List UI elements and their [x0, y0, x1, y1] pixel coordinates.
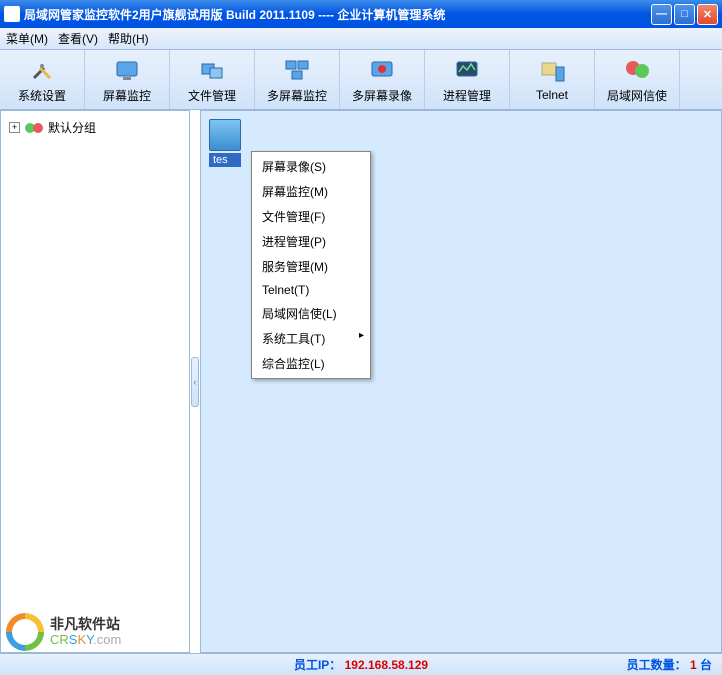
splitter-handle[interactable]: ‹	[191, 357, 199, 407]
count-value: 1	[690, 658, 697, 672]
tool-messenger[interactable]: 局域网信使	[595, 50, 680, 109]
group-icon	[24, 120, 44, 136]
tool-label: 进程管理	[443, 87, 491, 104]
toolbar: 系统设置 屏幕监控 文件管理 多屏幕监控 多屏幕录像 进程管理 Telnet	[0, 50, 722, 110]
titlebar-text: 局域网管家监控软件2用户旗舰试用版 Build 2011.1109 ---- 企…	[24, 6, 651, 23]
minimize-button[interactable]: ―	[651, 4, 672, 25]
ip-value: 192.168.58.129	[345, 658, 428, 672]
count-label: 员工数量：	[627, 658, 687, 672]
tool-label: 文件管理	[188, 87, 236, 104]
context-menu: 屏幕录像(S) 屏幕监控(M) 文件管理(F) 进程管理(P) 服务管理(M) …	[251, 151, 371, 379]
ctx-file-manage[interactable]: 文件管理(F)	[254, 204, 368, 229]
tool-process[interactable]: 进程管理	[425, 50, 510, 109]
ctx-system-tools[interactable]: 系统工具(T)	[254, 326, 368, 351]
tool-label: Telnet	[536, 88, 568, 102]
client-item[interactable]: tes	[209, 119, 241, 167]
count-unit: 台	[700, 658, 712, 672]
tool-file-manage[interactable]: 文件管理	[170, 50, 255, 109]
tool-multi-monitor[interactable]: 多屏幕监控	[255, 50, 340, 109]
messenger-icon	[623, 56, 651, 84]
maximize-button[interactable]: □	[674, 4, 695, 25]
settings-icon	[28, 56, 56, 84]
menu-help[interactable]: 帮助(H)	[108, 30, 149, 47]
tool-settings[interactable]: 系统设置	[0, 50, 85, 109]
multi-monitor-icon	[283, 56, 311, 84]
tool-multi-record[interactable]: 多屏幕录像	[340, 50, 425, 109]
splitter: ‹	[190, 110, 200, 653]
ctx-lan-messenger[interactable]: 局域网信使(L)	[254, 301, 368, 326]
computer-icon	[209, 119, 241, 151]
tool-label: 局域网信使	[607, 87, 667, 104]
sidebar: + 默认分组	[0, 110, 190, 653]
files-icon	[198, 56, 226, 84]
multi-record-icon	[368, 56, 396, 84]
ctx-process-manage[interactable]: 进程管理(P)	[254, 229, 368, 254]
status-count: 员工数量： 1 台	[627, 656, 712, 673]
main-panel: tes 屏幕录像(S) 屏幕监控(M) 文件管理(F) 进程管理(P) 服务管理…	[200, 110, 722, 653]
process-icon	[453, 56, 481, 84]
tree-view: + 默认分组	[1, 111, 189, 144]
tree-root-item[interactable]: + 默认分组	[7, 117, 183, 138]
expand-icon[interactable]: +	[9, 122, 20, 133]
ctx-screen-monitor[interactable]: 屏幕监控(M)	[254, 179, 368, 204]
app-window: 局域网管家监控软件2用户旗舰试用版 Build 2011.1109 ---- 企…	[0, 0, 722, 675]
ctx-screen-record[interactable]: 屏幕录像(S)	[254, 154, 368, 179]
app-icon	[4, 6, 20, 22]
window-controls: ― □ ✕	[651, 4, 718, 25]
tool-label: 多屏幕录像	[352, 87, 412, 104]
tool-label: 屏幕监控	[103, 87, 151, 104]
ctx-service-manage[interactable]: 服务管理(M)	[254, 254, 368, 279]
menu-main[interactable]: 菜单(M)	[6, 30, 48, 47]
tool-label: 系统设置	[18, 87, 66, 104]
ctx-telnet[interactable]: Telnet(T)	[254, 279, 368, 301]
client-label: tes	[209, 153, 241, 167]
content-area: + 默认分组 ‹ tes 屏幕录像(S) 屏幕监控(M) 文件管理(F) 进程管…	[0, 110, 722, 653]
tool-telnet[interactable]: Telnet	[510, 50, 595, 109]
ctx-comprehensive-monitor[interactable]: 综合监控(L)	[254, 351, 368, 376]
tool-label: 多屏幕监控	[267, 87, 327, 104]
menubar: 菜单(M) 查看(V) 帮助(H)	[0, 28, 722, 50]
titlebar: 局域网管家监控软件2用户旗舰试用版 Build 2011.1109 ---- 企…	[0, 0, 722, 28]
tree-root-label: 默认分组	[48, 119, 96, 136]
statusbar: 员工IP： 192.168.58.129 员工数量： 1 台	[0, 653, 722, 675]
status-ip: 员工IP： 192.168.58.129	[294, 656, 428, 673]
menu-view[interactable]: 查看(V)	[58, 30, 98, 47]
ip-label: 员工IP：	[294, 658, 341, 672]
close-button[interactable]: ✕	[697, 4, 718, 25]
monitor-icon	[113, 56, 141, 84]
telnet-icon	[538, 57, 566, 85]
tool-screen-monitor[interactable]: 屏幕监控	[85, 50, 170, 109]
